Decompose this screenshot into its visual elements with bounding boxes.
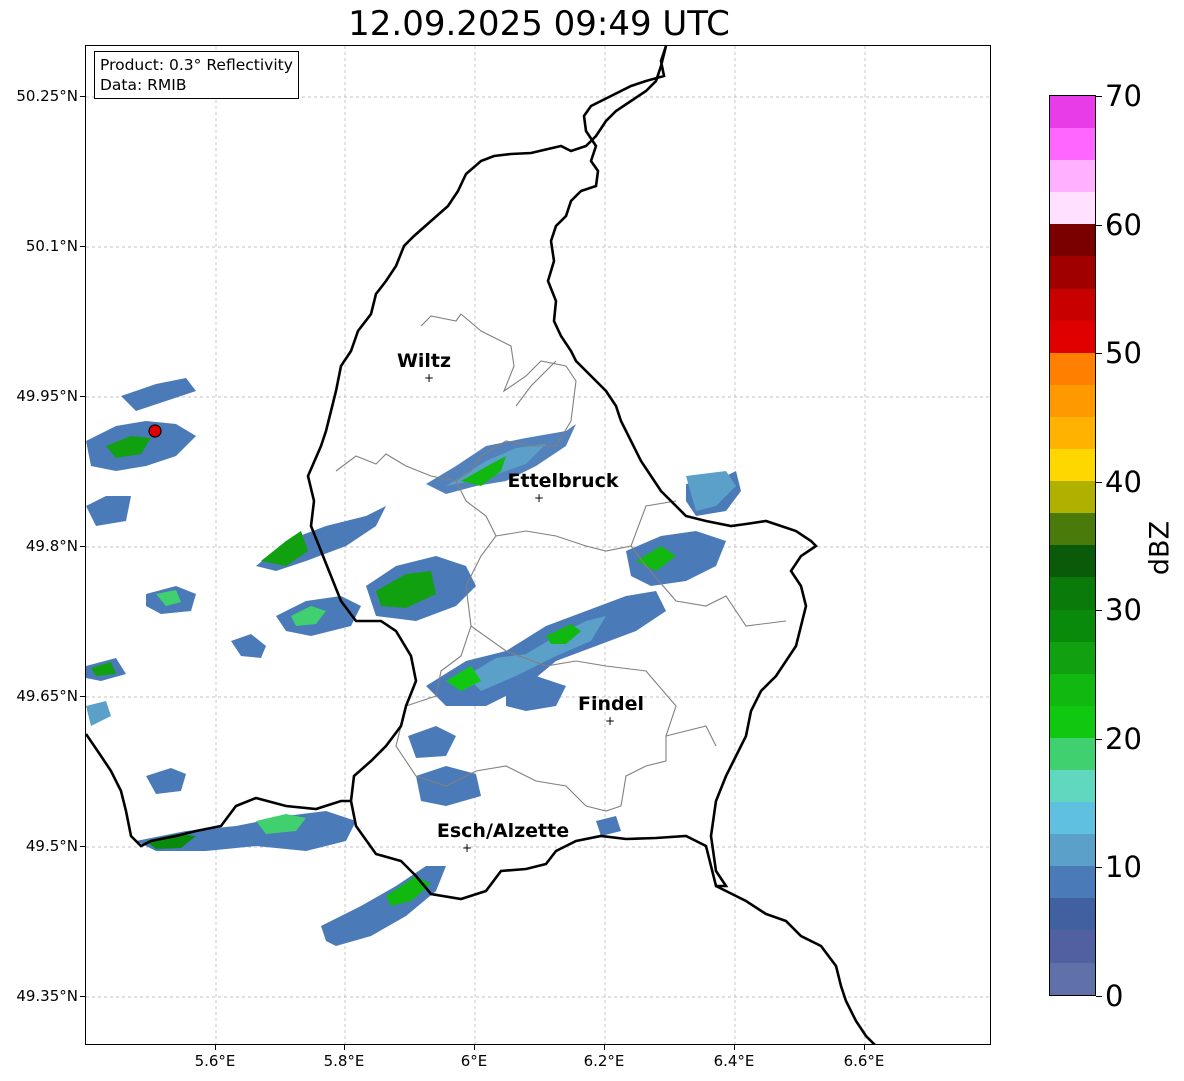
colorbar-segment bbox=[1050, 224, 1095, 257]
lat-label-49-5: 49.5°N bbox=[25, 837, 78, 855]
map-title: 12.09.2025 09:49 UTC bbox=[348, 4, 730, 44]
lat-label-50-25: 50.25°N bbox=[16, 87, 78, 105]
colorbar-segment bbox=[1050, 545, 1095, 578]
colorbar-tick bbox=[1096, 867, 1102, 869]
colorbar-segment bbox=[1050, 769, 1095, 803]
colorbar-segment bbox=[1050, 513, 1095, 546]
colorbar-tick bbox=[1096, 481, 1102, 483]
country-border bbox=[86, 46, 876, 1044]
colorbar-segment bbox=[1050, 256, 1095, 289]
colorbar-segment bbox=[1050, 577, 1095, 610]
lat-tick bbox=[80, 96, 85, 97]
colorbar-tick bbox=[1096, 353, 1102, 355]
lat-tick bbox=[80, 396, 85, 397]
colorbar-segment bbox=[1050, 288, 1095, 321]
colorbar-segment bbox=[1050, 160, 1095, 193]
colorbar-segment bbox=[1050, 481, 1095, 514]
colorbar-tick bbox=[1096, 224, 1102, 226]
map-canvas bbox=[86, 46, 990, 1044]
colorbar-segment bbox=[1050, 641, 1095, 674]
map-grid bbox=[86, 46, 990, 1044]
lon-tick bbox=[864, 1045, 865, 1050]
colorbar-tick-label: 30 bbox=[1105, 593, 1142, 628]
lon-label-6-2: 6.2°E bbox=[583, 1052, 625, 1070]
colorbar-tick-label: 10 bbox=[1105, 850, 1142, 885]
colorbar-segment bbox=[1050, 930, 1095, 963]
colorbar-title: dBZ bbox=[1144, 520, 1176, 576]
colorbar-segment bbox=[1050, 802, 1095, 835]
lat-label-49-35: 49.35°N bbox=[16, 987, 78, 1005]
lat-tick bbox=[80, 996, 85, 997]
lat-label-49-95: 49.95°N bbox=[16, 387, 78, 405]
colorbar-segment bbox=[1050, 737, 1095, 770]
lon-label-6-4: 6.4°E bbox=[713, 1052, 755, 1070]
colorbar-tick bbox=[1096, 610, 1102, 612]
lat-label-49-65: 49.65°N bbox=[16, 687, 78, 705]
colorbar-segment bbox=[1050, 416, 1095, 450]
colorbar-tick-label: 20 bbox=[1105, 721, 1142, 756]
lon-tick bbox=[734, 1045, 735, 1050]
colorbar-tick-label: 50 bbox=[1105, 336, 1142, 371]
colorbar-segment bbox=[1050, 609, 1095, 642]
city-marker-wiltz-icon: + bbox=[423, 371, 435, 385]
radar-map[interactable] bbox=[85, 45, 991, 1045]
colorbar-segment bbox=[1050, 384, 1095, 417]
colorbar-segment bbox=[1050, 834, 1095, 867]
colorbar-segment bbox=[1050, 449, 1095, 482]
colorbar-segment bbox=[1050, 705, 1095, 738]
lon-label-6: 6°E bbox=[460, 1052, 488, 1070]
canton-boundaries bbox=[335, 313, 787, 812]
lat-tick bbox=[80, 846, 85, 847]
product-label: Product: 0.3° Reflectivity bbox=[100, 56, 293, 74]
colorbar-segment bbox=[1050, 962, 1095, 995]
city-label-findel: Findel bbox=[577, 693, 645, 715]
colorbar bbox=[1049, 95, 1096, 996]
colorbar-segment bbox=[1050, 128, 1095, 161]
lat-tick bbox=[80, 546, 85, 547]
lon-label-5-6: 5.6°E bbox=[194, 1052, 236, 1070]
city-marker-findel-icon: + bbox=[604, 714, 616, 728]
colorbar-tick-label: 70 bbox=[1105, 79, 1142, 113]
city-label-wiltz: Wiltz bbox=[396, 350, 452, 372]
lon-label-5-8: 5.8°E bbox=[323, 1052, 365, 1070]
lat-label-50-1: 50.1°N bbox=[25, 237, 78, 255]
lat-label-49-8: 49.8°N bbox=[25, 537, 78, 555]
colorbar-tick bbox=[1096, 96, 1102, 97]
colorbar-tick bbox=[1096, 996, 1102, 997]
colorbar-segment bbox=[1050, 673, 1095, 706]
city-marker-esch-alzette-icon: + bbox=[461, 841, 473, 855]
city-label-esch-alzette: Esch/Alzette bbox=[436, 820, 570, 842]
colorbar-segment bbox=[1050, 898, 1095, 931]
colorbar-segment bbox=[1050, 866, 1095, 899]
city-marker-ettelbruck-icon: + bbox=[533, 491, 545, 505]
colorbar-segment bbox=[1050, 96, 1095, 129]
colorbar-segment bbox=[1050, 352, 1095, 385]
product-info-box: Product: 0.3° Reflectivity Data: RMIB bbox=[94, 51, 299, 99]
colorbar-segment bbox=[1050, 192, 1095, 225]
city-label-ettelbruck: Ettelbruck bbox=[507, 470, 619, 492]
data-source-label: Data: RMIB bbox=[100, 76, 187, 94]
lat-tick bbox=[80, 696, 85, 697]
lon-tick bbox=[604, 1045, 605, 1050]
radar-site-marker bbox=[148, 424, 162, 438]
colorbar-segment bbox=[1050, 320, 1095, 353]
lon-tick bbox=[344, 1045, 345, 1050]
lon-label-6-6: 6.6°E bbox=[843, 1052, 885, 1070]
lon-tick bbox=[215, 1045, 216, 1050]
lat-tick bbox=[80, 246, 85, 247]
colorbar-tick-label: 40 bbox=[1105, 464, 1142, 499]
lon-tick bbox=[474, 1045, 475, 1050]
colorbar-tick-label: 0 bbox=[1105, 979, 1124, 1013]
colorbar-tick-label: 60 bbox=[1105, 207, 1142, 242]
colorbar-tick bbox=[1096, 738, 1102, 740]
